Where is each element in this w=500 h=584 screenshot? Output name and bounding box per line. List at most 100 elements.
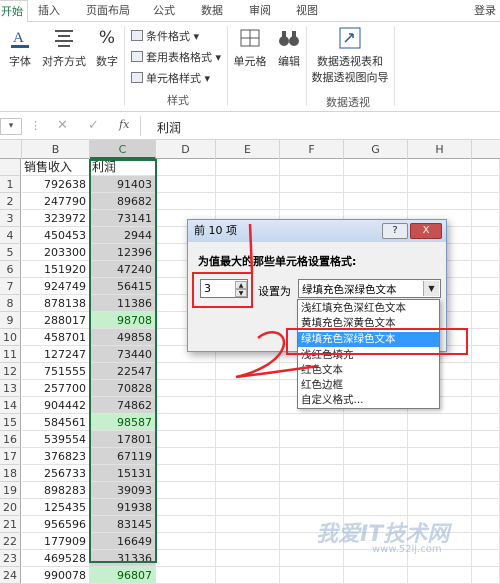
sales-cell[interactable]: 127247	[22, 346, 90, 363]
empty-cell[interactable]	[216, 159, 280, 176]
empty-cell[interactable]	[280, 431, 344, 448]
font-button[interactable]: A 字体	[6, 26, 34, 69]
empty-cell[interactable]	[156, 448, 216, 465]
sales-cell[interactable]: 257700	[22, 380, 90, 397]
empty-cell[interactable]	[216, 465, 280, 482]
profit-cell[interactable]: 31336	[90, 550, 156, 567]
empty-cell[interactable]	[156, 482, 216, 499]
empty-cell[interactable]	[280, 499, 344, 516]
empty-cell[interactable]	[156, 550, 216, 567]
empty-cell[interactable]	[472, 312, 500, 329]
empty-cell[interactable]	[472, 465, 500, 482]
empty-cell[interactable]	[216, 176, 280, 193]
row-header[interactable]: 13	[0, 380, 21, 397]
empty-cell[interactable]	[156, 431, 216, 448]
alignment-button[interactable]: 对齐方式	[40, 26, 88, 69]
profit-cell[interactable]: 89682	[90, 193, 156, 210]
empty-cell[interactable]	[156, 414, 216, 431]
empty-cell[interactable]	[156, 159, 216, 176]
row-header[interactable]: 1	[0, 176, 21, 193]
empty-cell[interactable]	[472, 244, 500, 261]
col-header-b[interactable]: B	[22, 140, 90, 159]
option-light-red[interactable]: 浅红填充色深红色文本	[298, 301, 439, 316]
profit-cell[interactable]: 67119	[90, 448, 156, 465]
empty-cell[interactable]	[156, 533, 216, 550]
empty-cell[interactable]	[472, 550, 500, 567]
editing-button[interactable]: 编辑	[275, 26, 303, 69]
profit-cell[interactable]: 15131	[90, 465, 156, 482]
profit-cell[interactable]: 73440	[90, 346, 156, 363]
empty-cell[interactable]	[472, 159, 500, 176]
row-header[interactable]: 12	[0, 363, 21, 380]
enter-icon[interactable]: ✓	[88, 118, 99, 133]
row-header[interactable]: 21	[0, 516, 21, 533]
name-box-dropdown[interactable]: ▾	[0, 118, 22, 135]
tab-view[interactable]: 视图	[292, 0, 322, 22]
row-header[interactable]: 16	[0, 431, 21, 448]
profit-cell[interactable]: 12396	[90, 244, 156, 261]
row-header[interactable]: 7	[0, 278, 21, 295]
empty-cell[interactable]	[344, 159, 408, 176]
sales-cell[interactable]: 751555	[22, 363, 90, 380]
conditional-format-button[interactable]: 条件格式 ▾	[131, 28, 199, 46]
empty-cell[interactable]	[408, 176, 472, 193]
empty-cell[interactable]	[344, 176, 408, 193]
empty-cell[interactable]	[216, 550, 280, 567]
col-header-h[interactable]: H	[408, 140, 472, 159]
row-header[interactable]: 5	[0, 244, 21, 261]
empty-cell[interactable]	[216, 380, 280, 397]
empty-cell[interactable]	[344, 414, 408, 431]
empty-cell[interactable]	[408, 499, 472, 516]
sales-cell[interactable]: 956596	[22, 516, 90, 533]
profit-cell[interactable]: 11386	[90, 295, 156, 312]
format-select[interactable]: 绿填充色深绿色文本 ▼	[298, 279, 441, 298]
row-header[interactable]: 11	[0, 346, 21, 363]
sales-cell[interactable]: 458701	[22, 329, 90, 346]
sales-cell[interactable]: 898283	[22, 482, 90, 499]
header-cell-profit[interactable]: 利润	[90, 159, 156, 176]
empty-cell[interactable]	[408, 448, 472, 465]
empty-cell[interactable]	[472, 567, 500, 584]
row-header[interactable]: 9	[0, 312, 21, 329]
sales-cell[interactable]: 878138	[22, 295, 90, 312]
profit-cell[interactable]: 2944	[90, 227, 156, 244]
chevron-down-icon[interactable]: ▼	[423, 281, 439, 296]
profit-cell[interactable]: 22547	[90, 363, 156, 380]
row-header[interactable]: 17	[0, 448, 21, 465]
profit-cell[interactable]: 47240	[90, 261, 156, 278]
empty-cell[interactable]	[156, 397, 216, 414]
row-header[interactable]: 10	[0, 329, 21, 346]
col-header-f[interactable]: F	[280, 140, 344, 159]
option-red-border[interactable]: 红色边框	[298, 378, 439, 393]
option-custom[interactable]: 自定义格式...	[298, 393, 439, 408]
profit-cell[interactable]: 70828	[90, 380, 156, 397]
empty-cell[interactable]	[156, 176, 216, 193]
select-all-corner[interactable]	[0, 140, 22, 159]
empty-cell[interactable]	[472, 210, 500, 227]
sales-cell[interactable]: 904442	[22, 397, 90, 414]
empty-cell[interactable]	[408, 159, 472, 176]
empty-cell[interactable]	[344, 448, 408, 465]
empty-cell[interactable]	[280, 550, 344, 567]
sales-cell[interactable]: 177909	[22, 533, 90, 550]
empty-cell[interactable]	[344, 431, 408, 448]
pivot-wizard-button[interactable]: 数据透视表和 数据透视图向导	[310, 26, 390, 85]
row-header[interactable]: 6	[0, 261, 21, 278]
empty-cell[interactable]	[408, 465, 472, 482]
profit-cell[interactable]: 91403	[90, 176, 156, 193]
row-header[interactable]: 4	[0, 227, 21, 244]
profit-cell[interactable]: 16649	[90, 533, 156, 550]
format-as-table-button[interactable]: 套用表格格式 ▾	[131, 49, 221, 67]
profit-cell[interactable]: 91938	[90, 499, 156, 516]
empty-cell[interactable]	[280, 567, 344, 584]
sales-cell[interactable]: 288017	[22, 312, 90, 329]
empty-cell[interactable]	[216, 363, 280, 380]
sales-cell[interactable]: 539554	[22, 431, 90, 448]
profit-cell-highlighted[interactable]: 96807	[90, 567, 156, 584]
login-link[interactable]: 登录	[470, 0, 500, 22]
header-cell-sales[interactable]: 销售收入	[22, 159, 90, 176]
sales-cell[interactable]: 151920	[22, 261, 90, 278]
empty-cell[interactable]	[472, 346, 500, 363]
tab-home[interactable]: 开始	[0, 0, 28, 23]
empty-cell[interactable]	[156, 516, 216, 533]
